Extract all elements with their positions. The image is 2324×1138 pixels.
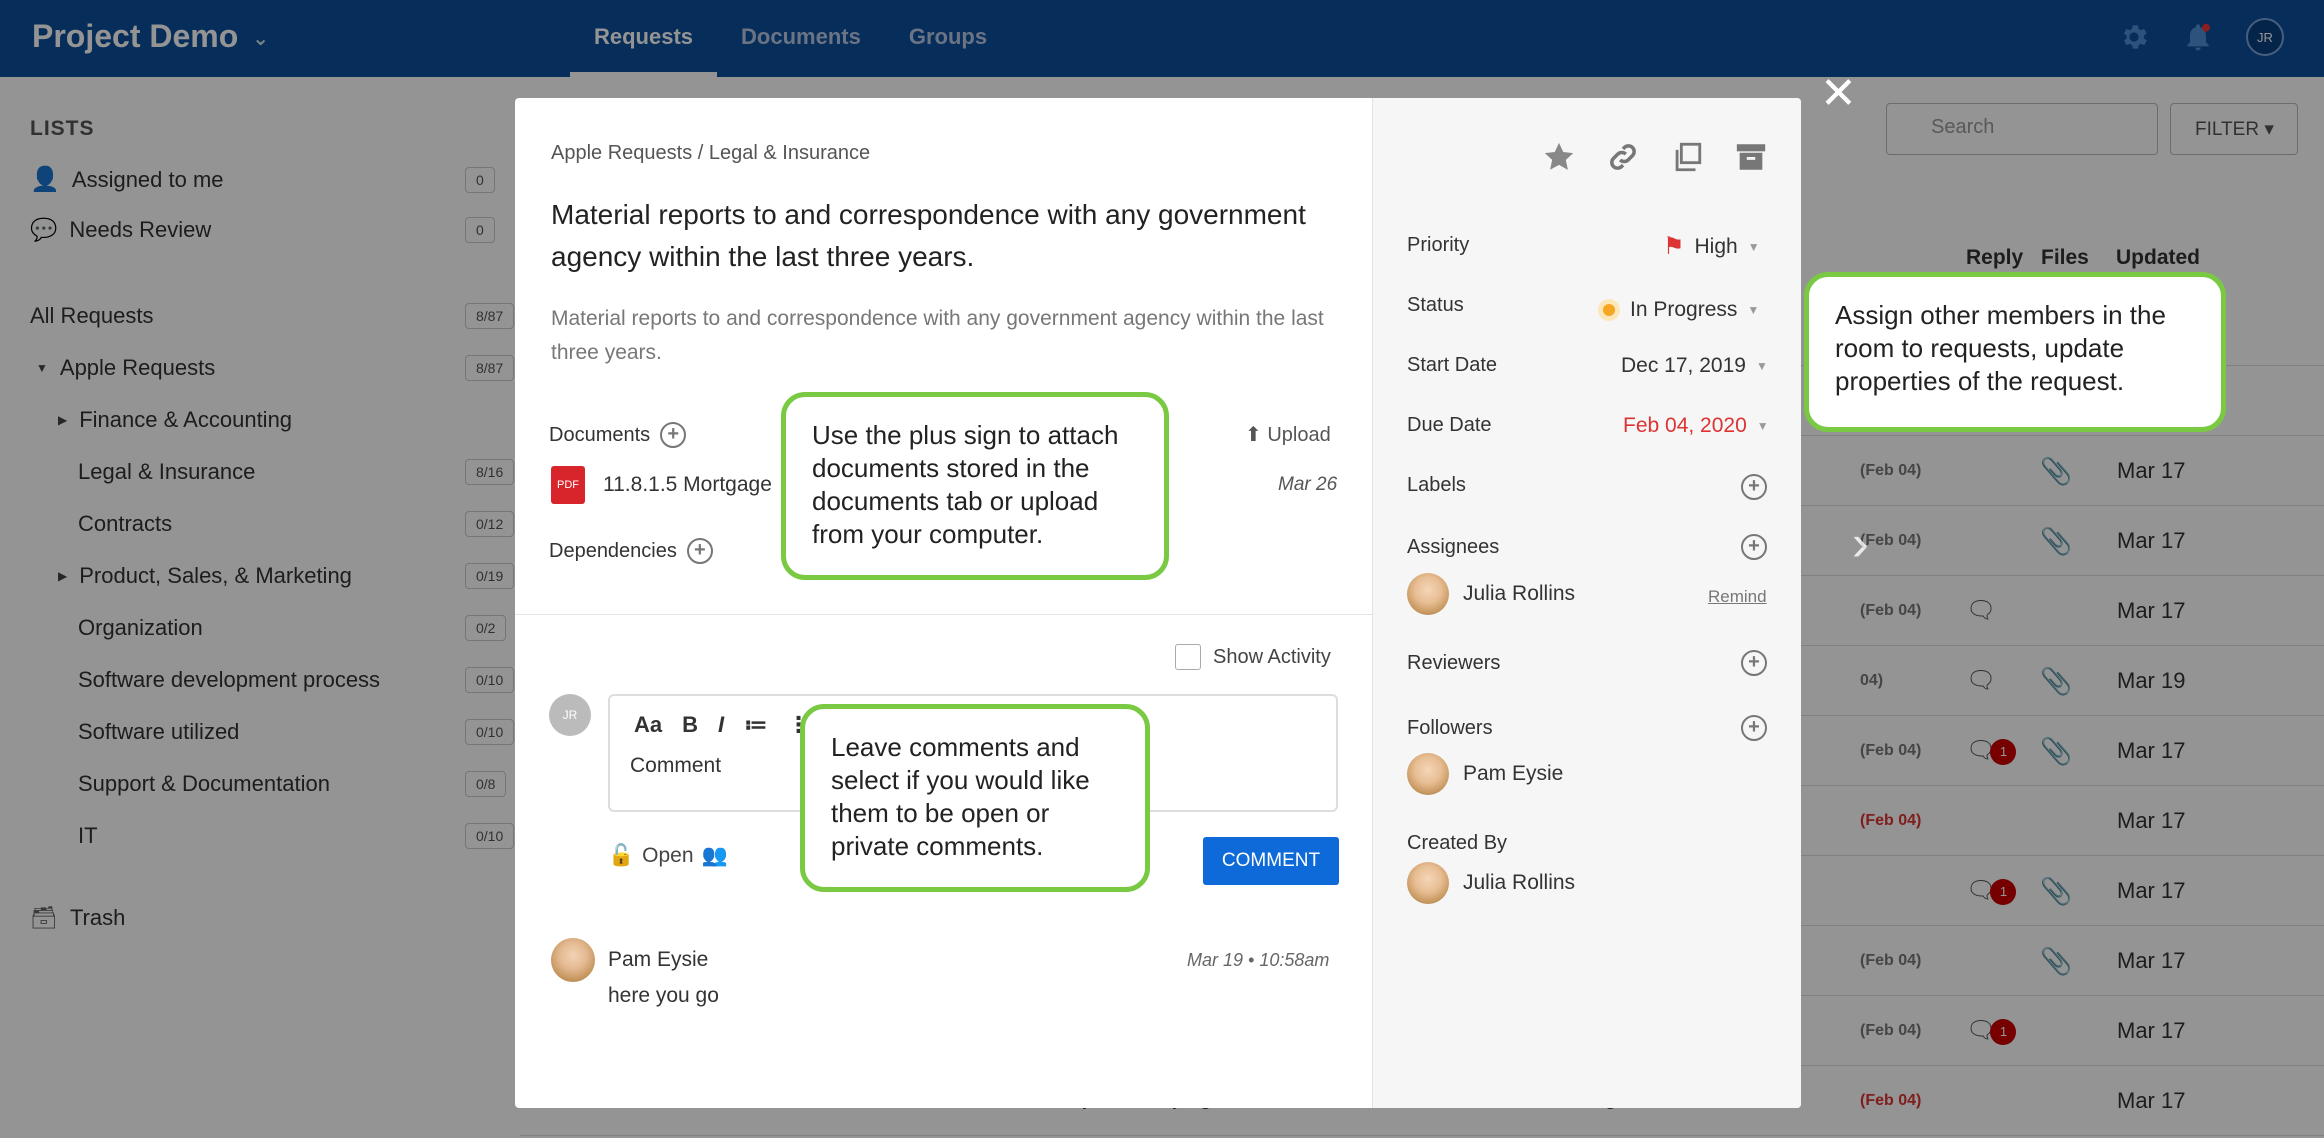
avatar: JR	[549, 694, 591, 736]
created-by-label: Created By	[1407, 832, 1508, 854]
documents-section: Documents +	[549, 422, 687, 448]
caret-down-icon: ▼	[1747, 239, 1760, 254]
status-label: Status	[1407, 294, 1464, 316]
comment-button[interactable]: COMMENT	[1203, 837, 1339, 885]
reviewers-label: Reviewers	[1407, 652, 1501, 674]
add-follower-icon[interactable]: +	[1741, 715, 1767, 741]
editor-toolbar: Aa B I ≔ ⋮	[634, 712, 810, 738]
open-label: Open	[642, 844, 694, 867]
follower-item[interactable]: Pam Eysie	[1407, 753, 1563, 795]
dependencies-section: Dependencies +	[549, 538, 713, 564]
unlock-icon: 🔓	[608, 844, 635, 867]
action-icons	[1542, 140, 1768, 174]
start-date-picker[interactable]: Dec 17, 2019 ▼	[1621, 354, 1768, 378]
start-date-value: Dec 17, 2019	[1621, 354, 1746, 377]
add-document-icon[interactable]: +	[660, 422, 687, 448]
labels-label: Labels	[1407, 474, 1466, 496]
document-date: Mar 26	[1278, 474, 1338, 495]
add-label-icon[interactable]: +	[1741, 474, 1767, 500]
copy-icon[interactable]	[1670, 140, 1704, 174]
comment-input[interactable]: Comment	[630, 754, 721, 778]
comment-author: Pam Eysie	[608, 948, 709, 971]
archive-icon[interactable]	[1734, 140, 1768, 174]
documents-label: Documents	[549, 423, 651, 446]
visibility-toggle[interactable]: 🔓 Open 👥	[608, 844, 728, 868]
assignee-name: Julia Rollins	[1463, 582, 1576, 605]
close-icon[interactable]: ✕	[1820, 72, 1857, 116]
divider	[515, 614, 1372, 615]
due-date-picker[interactable]: Feb 04, 2020 ▼	[1623, 414, 1769, 438]
priority-select[interactable]: ⚑ High ▼	[1663, 232, 1760, 261]
link-icon[interactable]	[1606, 140, 1640, 174]
bullet-list-icon[interactable]: ≔	[744, 712, 767, 738]
breadcrumb[interactable]: Apple Requests / Legal & Insurance	[551, 142, 870, 165]
upload-label: Upload	[1267, 424, 1331, 446]
remind-link[interactable]: Remind	[1708, 587, 1767, 607]
document-item[interactable]: PDF 11.8.1.5 Mortgage	[551, 466, 772, 504]
creator-name: Julia Rollins	[1463, 871, 1576, 894]
documents-callout: Use the plus sign to attach documents st…	[781, 392, 1169, 580]
add-dependency-icon[interactable]: +	[686, 538, 713, 564]
flag-icon: ⚑	[1663, 233, 1685, 260]
avatar	[1407, 753, 1449, 795]
comment-date: Mar 19 • 10:58am	[1187, 950, 1330, 970]
star-icon[interactable]	[1542, 140, 1576, 174]
comments-callout: Leave comments and select if you would l…	[800, 704, 1150, 892]
assignee-item[interactable]: Julia Rollins	[1407, 573, 1575, 615]
group-icon: 👥	[701, 844, 728, 867]
dependencies-label: Dependencies	[549, 539, 677, 562]
italic-icon[interactable]: I	[718, 712, 724, 738]
add-assignee-icon[interactable]: +	[1741, 534, 1767, 560]
status-dot-icon	[1598, 299, 1620, 321]
checkbox[interactable]	[1175, 644, 1201, 670]
caret-down-icon: ▼	[1755, 359, 1768, 373]
caret-down-icon: ▼	[1747, 303, 1760, 317]
followers-label: Followers	[1407, 717, 1493, 739]
priority-label: Priority	[1407, 234, 1470, 256]
assignees-label: Assignees	[1407, 536, 1500, 558]
add-reviewer-icon[interactable]: +	[1741, 650, 1767, 676]
document-name: 11.8.1.5 Mortgage	[603, 473, 772, 496]
request-title[interactable]: Material reports to and correspondence w…	[551, 194, 1351, 278]
due-date-label: Due Date	[1407, 414, 1492, 436]
show-activity-toggle[interactable]: Show Activity	[1175, 644, 1331, 670]
creator-item: Julia Rollins	[1407, 862, 1575, 904]
request-description[interactable]: Material reports to and correspondence w…	[551, 302, 1351, 370]
caret-down-icon: ▼	[1756, 419, 1769, 433]
request-modal: Apple Requests / Legal & Insurance Mater…	[515, 98, 1801, 1108]
status-select[interactable]: In Progress ▼	[1598, 298, 1759, 322]
properties-callout: Assign other members in the room to requ…	[1804, 272, 2226, 432]
chevron-right-icon[interactable]: ›	[1852, 514, 1869, 572]
upload-icon: ⬆	[1245, 424, 1262, 446]
font-size-icon[interactable]: Aa	[634, 712, 662, 738]
start-date-label: Start Date	[1407, 354, 1498, 376]
priority-value: High	[1694, 234, 1738, 258]
upload-button[interactable]: ⬆ Upload	[1245, 422, 1331, 447]
bold-icon[interactable]: B	[682, 712, 698, 738]
follower-name: Pam Eysie	[1463, 762, 1564, 785]
due-date-value: Feb 04, 2020	[1623, 414, 1747, 437]
show-activity-label: Show Activity	[1213, 645, 1331, 668]
avatar	[551, 938, 595, 982]
status-value: In Progress	[1630, 298, 1738, 321]
pdf-icon: PDF	[551, 466, 585, 504]
avatar	[1407, 862, 1449, 904]
avatar	[1407, 573, 1449, 615]
comment-text: here you go	[608, 984, 719, 1007]
